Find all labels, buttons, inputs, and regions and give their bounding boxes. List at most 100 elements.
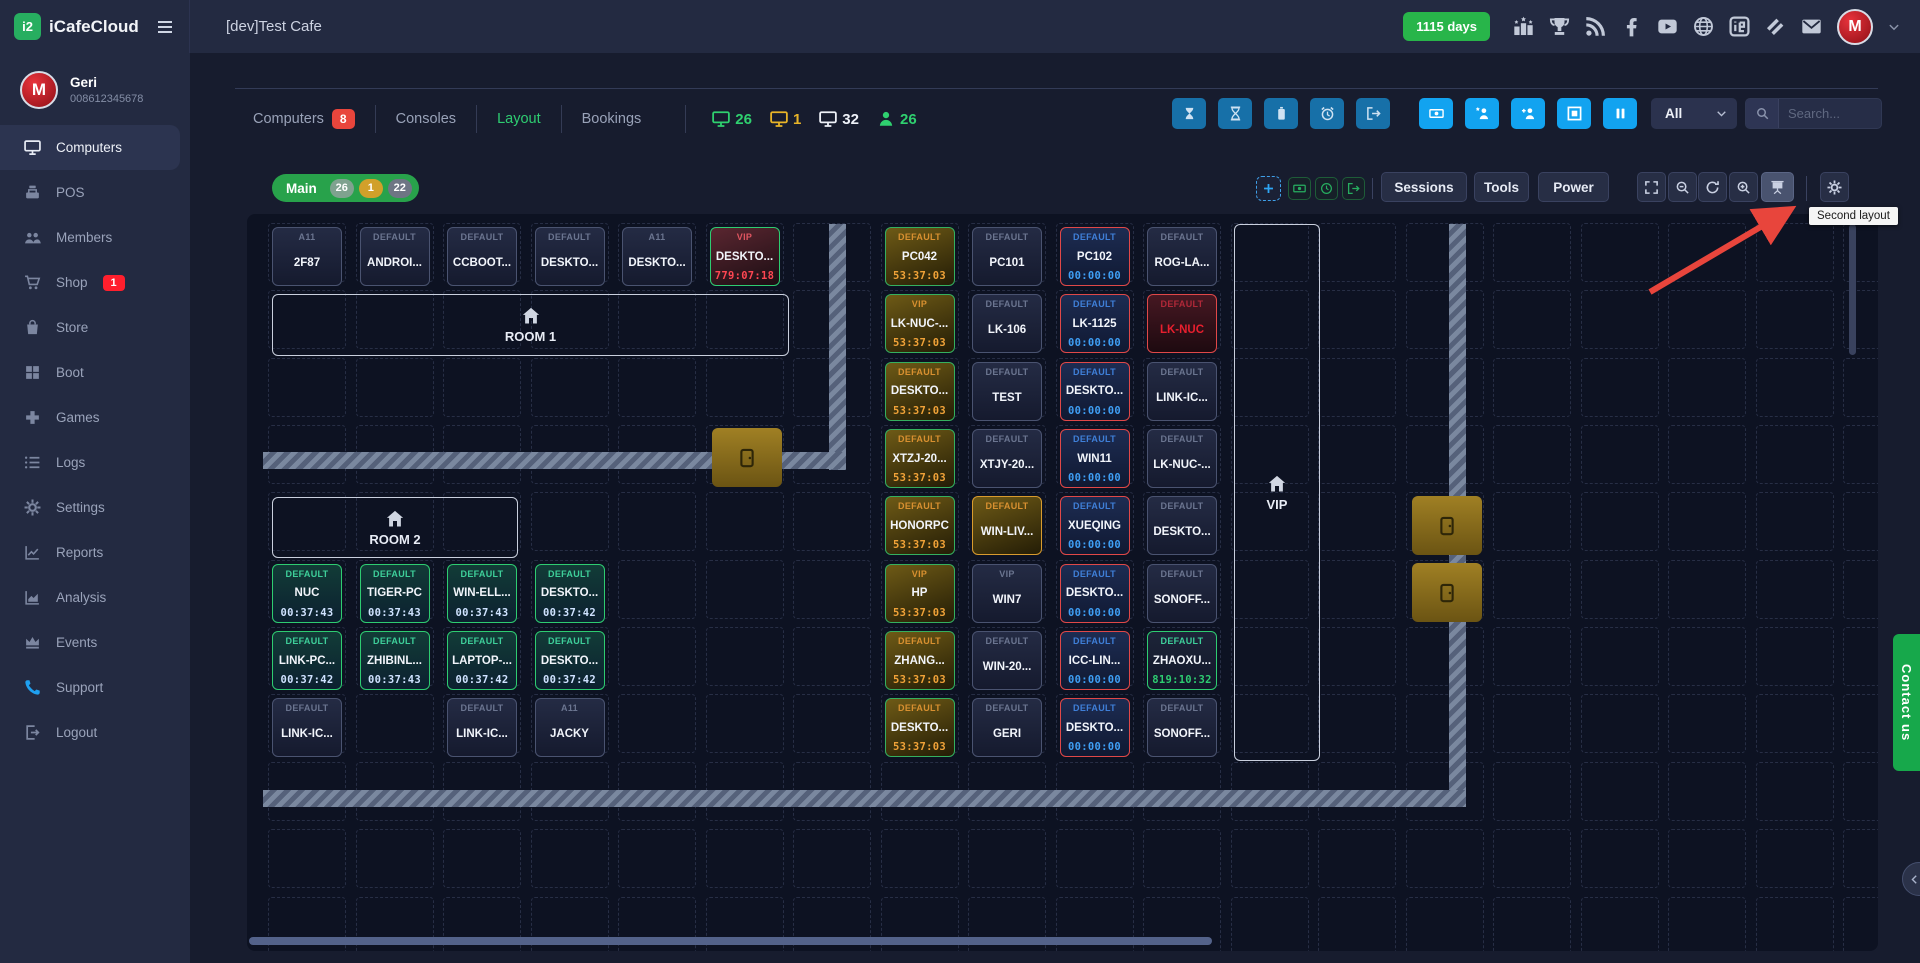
qr-button[interactable] [1557, 98, 1591, 129]
sidebar-item-members[interactable]: Members [0, 215, 180, 260]
search-input[interactable] [1779, 106, 1871, 121]
computer-tile-sonoff[interactable]: DEFAULTSONOFF... [1147, 564, 1217, 623]
computer-tile-sonoff[interactable]: DEFAULTSONOFF... [1147, 698, 1217, 757]
computer-tile-2f87[interactable]: A112F87 [272, 227, 342, 286]
computer-tile-deskto[interactable]: DEFAULTDESKTO...00:00:00 [1060, 698, 1130, 757]
zoomout-button[interactable] [1668, 172, 1697, 202]
computer-tile-hp[interactable]: VIPHP53:37:03 [885, 564, 955, 623]
computer-tile-link-ic[interactable]: DEFAULTLINK-IC... [1147, 362, 1217, 421]
computer-tile-xueqing[interactable]: DEFAULTXUEQING00:00:00 [1060, 496, 1130, 555]
room-vip[interactable]: VIP [1234, 224, 1320, 761]
user-plus-button[interactable] [1511, 98, 1545, 129]
hourglass-button[interactable] [1218, 98, 1252, 129]
layers-icon[interactable] [1765, 16, 1786, 37]
computer-tile-icc-lin[interactable]: DEFAULTICC-LIN...00:00:00 [1060, 631, 1130, 690]
computer-tile-lk-nuc[interactable]: DEFAULTLK-NUC [1147, 294, 1217, 353]
chevron-down-icon[interactable] [1888, 21, 1900, 33]
alarm-button[interactable] [1310, 98, 1344, 129]
computer-tile-win11[interactable]: DEFAULTWIN1100:00:00 [1060, 429, 1130, 488]
screen-button[interactable] [1761, 172, 1794, 202]
sidebar-item-logs[interactable]: Logs [0, 440, 180, 485]
exit-button[interactable] [1356, 98, 1390, 129]
computer-tile-tiger-pc[interactable]: DEFAULTTIGER-PC00:37:43 [360, 564, 430, 623]
sidebar-item-support[interactable]: Support [0, 665, 180, 710]
tab-layout[interactable]: Layout [476, 105, 561, 133]
computer-tile-deskto[interactable]: DEFAULTDESKTO... [535, 227, 605, 286]
tab-bookings[interactable]: Bookings [561, 105, 662, 133]
computer-tile-rog-la[interactable]: DEFAULTROG-LA... [1147, 227, 1217, 286]
computer-tile-pc102[interactable]: DEFAULTPC10200:00:00 [1060, 227, 1130, 286]
computer-tile-zhaoxu[interactable]: DEFAULTZHAOXU...819:10:32 [1147, 631, 1217, 690]
computer-tile-win-20[interactable]: DEFAULTWIN-20... [972, 631, 1042, 690]
computer-tile-lk-106[interactable]: DEFAULTLK-106 [972, 294, 1042, 353]
collapse-corner-button[interactable] [1902, 862, 1920, 896]
computer-tile-zhang[interactable]: DEFAULTZHANG...53:37:03 [885, 631, 955, 690]
computer-tile-win-ell[interactable]: DEFAULTWIN-ELL...00:37:43 [447, 564, 517, 623]
sidebar-item-reports[interactable]: Reports [0, 530, 180, 575]
computer-tile-win7[interactable]: VIPWIN7 [972, 564, 1042, 623]
computer-tile-deskto[interactable]: DEFAULTDESKTO...00:37:42 [535, 631, 605, 690]
mail-icon[interactable] [1801, 16, 1822, 37]
computer-tile-jacky[interactable]: A11JACKY [535, 698, 605, 757]
pause-button[interactable] [1603, 98, 1637, 129]
computer-tile-deskto[interactable]: DEFAULTDESKTO...53:37:03 [885, 362, 955, 421]
sidebar-item-logout[interactable]: Logout [0, 710, 180, 755]
youtube-icon[interactable] [1657, 16, 1678, 37]
sidebar-item-settings[interactable]: Settings [0, 485, 180, 530]
door-tile[interactable] [712, 428, 782, 487]
room-room-1[interactable]: ROOM 1 [272, 294, 789, 356]
cash-mini-button[interactable] [1288, 177, 1311, 200]
computer-tile-deskto[interactable]: VIPDESKTO...779:07:18 [710, 227, 780, 286]
expand-button[interactable] [1637, 172, 1666, 202]
computer-tile-lk-nuc-[interactable]: DEFAULTLK-NUC-... [1147, 429, 1217, 488]
horizontal-scrollbar[interactable] [249, 937, 1212, 945]
search-icon[interactable] [1746, 99, 1779, 128]
room-room-2[interactable]: ROOM 2 [272, 497, 518, 558]
computer-tile-deskto[interactable]: DEFAULTDESKTO...00:00:00 [1060, 362, 1130, 421]
computer-tile-deskto[interactable]: DEFAULTDESKTO...00:00:00 [1060, 564, 1130, 623]
computer-tile-androi[interactable]: DEFAULTANDROI... [360, 227, 430, 286]
user-profile[interactable]: M Geri 008612345678 [0, 53, 190, 125]
computer-tile-pc101[interactable]: DEFAULTPC101 [972, 227, 1042, 286]
computer-tile-geri[interactable]: DEFAULTGERI [972, 698, 1042, 757]
facebook-icon[interactable] [1621, 16, 1642, 37]
exit-mini-button[interactable] [1342, 177, 1365, 200]
sidebar-item-shop[interactable]: Shop1 [0, 260, 180, 305]
hourglass-filled-button[interactable] [1172, 98, 1206, 129]
floor-layout-canvas[interactable]: ROOM 1 ROOM 2 VIP A112F87 DEFAULTANDROI... DE… [247, 214, 1878, 951]
tab-computers[interactable]: Computers8 [235, 105, 375, 133]
sidebar-item-boot[interactable]: Boot [0, 350, 180, 395]
computer-tile-link-ic[interactable]: DEFAULTLINK-IC... [272, 698, 342, 757]
subscription-days-badge[interactable]: 1115 days [1403, 12, 1490, 41]
globe-icon[interactable] [1693, 16, 1714, 37]
sidebar-item-games[interactable]: Games [0, 395, 180, 440]
computer-tile-laptop-[interactable]: DEFAULTLAPTOP-...00:37:42 [447, 631, 517, 690]
computer-tile-link-pc[interactable]: DEFAULTLINK-PC...00:37:42 [272, 631, 342, 690]
contact-us-button[interactable]: Contact us [1893, 634, 1920, 771]
gear-button[interactable] [1820, 172, 1849, 202]
computer-tile-ccboot[interactable]: DEFAULTCCBOOT... [447, 227, 517, 286]
add-layout-button[interactable] [1256, 176, 1281, 201]
computer-tile-zhibinl[interactable]: DEFAULTZHIBINL...00:37:43 [360, 631, 430, 690]
computer-tile-xtjy-20[interactable]: DEFAULTXTJY-20... [972, 429, 1042, 488]
computer-tile-lk-nuc-[interactable]: VIPLK-NUC-...53:37:03 [885, 294, 955, 353]
filter-select[interactable]: All [1651, 98, 1737, 129]
computer-tile-honorpc[interactable]: DEFAULTHONORPC53:37:03 [885, 496, 955, 555]
computer-tile-link-ic[interactable]: DEFAULTLINK-IC... [447, 698, 517, 757]
door-tile[interactable] [1412, 563, 1482, 622]
clock-mini-button[interactable] [1315, 177, 1338, 200]
computer-tile-test[interactable]: DEFAULTTEST [972, 362, 1042, 421]
battery-button[interactable] [1264, 98, 1298, 129]
computer-tile-deskto[interactable]: A11DESKTO... [622, 227, 692, 286]
sidebar-item-store[interactable]: Store [0, 305, 180, 350]
user-avatar[interactable]: M [1837, 9, 1873, 45]
hamburger-menu-icon[interactable] [155, 19, 175, 35]
user-plus-star-button[interactable] [1465, 98, 1499, 129]
door-tile[interactable] [1412, 496, 1482, 555]
sidebar-item-events[interactable]: Events [0, 620, 180, 665]
sessions-button[interactable]: Sessions [1381, 172, 1467, 202]
zoomin-button[interactable] [1729, 172, 1758, 202]
computer-tile-deskto[interactable]: DEFAULTDESKTO...53:37:03 [885, 698, 955, 757]
computer-tile-lk-1125[interactable]: DEFAULTLK-112500:00:00 [1060, 294, 1130, 353]
computer-tile-deskto[interactable]: DEFAULTDESKTO...00:37:42 [535, 564, 605, 623]
